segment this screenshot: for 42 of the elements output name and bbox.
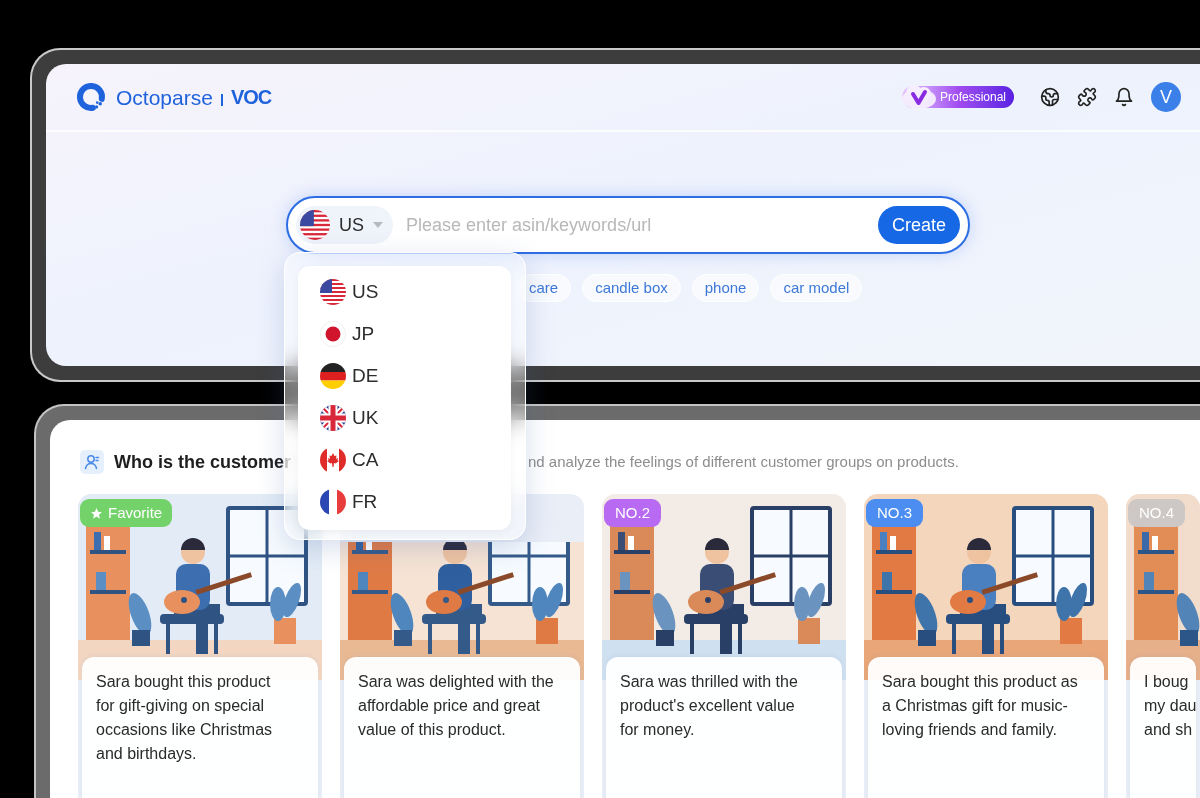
search-input[interactable]: Please enter asin/keywords/url (406, 206, 878, 244)
puzzle-icon[interactable] (1077, 87, 1097, 107)
section-description: nd analyze the feelings of different customer groups on products. (528, 451, 959, 472)
rank-badge: NO.2 (604, 499, 661, 527)
brand-name: Octoparse (116, 86, 213, 108)
customer-summary: Sara bought this product as a Christmas gift for music- loving friends and family. (882, 672, 1078, 740)
ring-logo-icon (76, 82, 106, 112)
suggestion-chip[interactable]: candle box (582, 274, 681, 302)
ca-flag-icon (320, 447, 346, 473)
country-select[interactable]: US (296, 206, 393, 244)
jp-flag-icon (320, 321, 346, 347)
v-logo-icon (899, 83, 938, 111)
country-option[interactable]: FR (320, 481, 378, 523)
customer-summary: Sara was delighted with the affordable price and great value of this product. (358, 672, 554, 740)
fr-flag-icon (320, 489, 346, 515)
country-option[interactable]: UK (320, 397, 379, 439)
rank-badge: NO.4 (1128, 499, 1185, 527)
rank-badge: NO.3 (866, 499, 923, 527)
us-flag-icon (320, 279, 346, 305)
section-title: Who is the customer (114, 450, 292, 474)
search-bar[interactable]: US Please enter asin/keywords/url Create (286, 196, 970, 254)
country-option[interactable]: JP (320, 313, 375, 355)
user-avatar[interactable]: V (1151, 82, 1181, 112)
create-button[interactable]: Create (877, 206, 960, 244)
us-flag-icon (300, 210, 330, 240)
bell-icon[interactable] (1114, 87, 1134, 107)
caret-down-icon (373, 222, 383, 228)
customer-summary: Sara was thrilled with the product's excellent value for money. (620, 672, 798, 740)
customer-summary: I boug my dau and sh (1144, 672, 1197, 740)
user-icon (80, 450, 104, 474)
customer-summary: Sara bought this product for gift-giving on special occasions like Christmas and birthdays. (96, 672, 273, 764)
suggestion-chip[interactable]: phone (691, 274, 760, 302)
country-option[interactable]: DE (320, 355, 379, 397)
globe-icon[interactable] (1040, 87, 1060, 107)
badge-label: Favorite (108, 502, 163, 523)
product-logo: VOC (230, 87, 272, 107)
de-flag-icon (320, 363, 346, 389)
country-option[interactable]: CA (320, 439, 379, 481)
uk-flag-icon (320, 405, 346, 431)
star-icon (90, 506, 103, 520)
country-option[interactable]: US (320, 271, 379, 313)
suggestion-chip[interactable]: car model (770, 274, 863, 302)
